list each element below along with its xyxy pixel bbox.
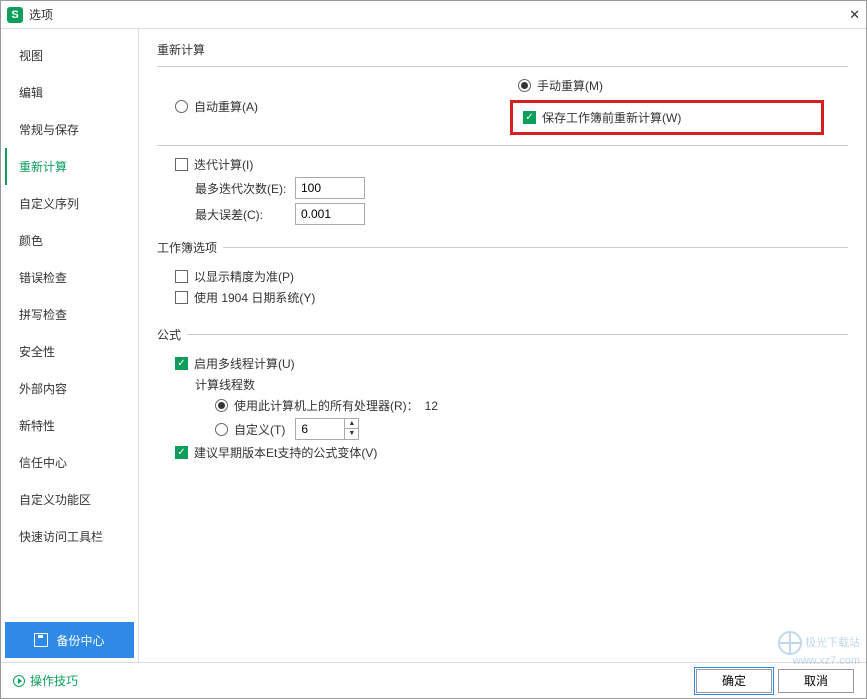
custom-threads-input[interactable] <box>295 418 345 440</box>
radio-icon <box>175 100 188 113</box>
sidebar-item-error-checking[interactable]: 错误检查 <box>5 259 138 296</box>
max-iter-label: 最多迭代次数(E): <box>195 180 295 197</box>
sidebar-item-external-content[interactable]: 外部内容 <box>5 370 138 407</box>
workbook-options-group: 工作簿选项 以显示精度为准(P) 使用 1904 日期系统(Y) <box>157 239 848 312</box>
section-title-recalc: 重新计算 <box>157 41 848 58</box>
max-diff-label: 最大误差(C): <box>195 206 295 223</box>
max-diff-input[interactable] <box>295 203 365 225</box>
legacy-formula-checkbox[interactable]: 建议早期版本Et支持的公式变体(V) <box>175 444 377 461</box>
window-title: 选项 <box>29 6 832 23</box>
max-iter-input[interactable] <box>295 177 365 199</box>
sidebar-item-new-features[interactable]: 新特性 <box>5 407 138 444</box>
sidebar-item-recalculate[interactable]: 重新计算 <box>5 148 138 185</box>
sidebar-item-trust-center[interactable]: 信任中心 <box>5 444 138 481</box>
manual-recalc-radio[interactable]: 手动重算(M) <box>518 77 824 94</box>
checkbox-icon <box>175 446 188 459</box>
main-panel: 重新计算 自动重算(A) 手动重算(M) 保存工作簿前重新计算(W) <box>139 29 866 662</box>
processor-count-value: 12 <box>425 399 438 413</box>
backup-center-button[interactable]: 备份中心 <box>5 622 134 658</box>
custom-threads-radio[interactable]: 自定义(T) <box>215 421 285 438</box>
multithread-checkbox[interactable]: 启用多线程计算(U) <box>175 355 295 372</box>
sidebar-item-color[interactable]: 颜色 <box>5 222 138 259</box>
checkbox-icon <box>523 111 536 124</box>
sidebar-item-quick-access[interactable]: 快速访问工具栏 <box>5 518 138 555</box>
formula-title: 公式 <box>157 326 187 343</box>
tips-link[interactable]: 操作技巧 <box>13 672 78 689</box>
chevron-down-icon: ▼ <box>345 429 358 438</box>
app-icon: S <box>7 7 23 23</box>
title-bar: S 选项 ✕ <box>1 1 866 29</box>
checkbox-icon <box>175 270 188 283</box>
footer: 操作技巧 确定 取消 <box>1 662 866 698</box>
iterative-calc-checkbox[interactable]: 迭代计算(I) <box>175 156 253 173</box>
sidebar-item-customize-ribbon[interactable]: 自定义功能区 <box>5 481 138 518</box>
sidebar-item-security[interactable]: 安全性 <box>5 333 138 370</box>
radio-icon <box>518 79 531 92</box>
sidebar-item-spell-check[interactable]: 拼写检查 <box>5 296 138 333</box>
chevron-up-icon: ▲ <box>345 419 358 429</box>
sidebar-item-custom-lists[interactable]: 自定义序列 <box>5 185 138 222</box>
auto-recalc-radio[interactable]: 自动重算(A) <box>175 77 258 135</box>
checkbox-icon <box>175 291 188 304</box>
close-icon[interactable]: ✕ <box>832 7 860 23</box>
play-icon <box>13 675 25 687</box>
formula-group: 公式 启用多线程计算(U) 计算线程数 使用此计算机上的所有处理器(R)： 12 <box>157 326 848 467</box>
ok-button[interactable]: 确定 <box>696 669 772 693</box>
recalc-before-save-checkbox[interactable]: 保存工作簿前重新计算(W) <box>523 109 681 126</box>
workbook-options-title: 工作簿选项 <box>157 239 223 256</box>
precision-as-displayed-checkbox[interactable]: 以显示精度为准(P) <box>175 268 294 285</box>
sidebar: 视图 编辑 常规与保存 重新计算 自定义序列 颜色 错误检查 拼写检查 安全性 … <box>1 29 139 662</box>
thread-count-label: 计算线程数 <box>195 376 255 393</box>
radio-icon <box>215 423 228 436</box>
checkbox-icon <box>175 357 188 370</box>
sidebar-item-edit[interactable]: 编辑 <box>5 74 138 111</box>
highlight-box: 保存工作簿前重新计算(W) <box>510 100 824 135</box>
cancel-button[interactable]: 取消 <box>778 669 854 693</box>
checkbox-icon <box>175 158 188 171</box>
backup-icon <box>34 633 48 647</box>
sidebar-item-view[interactable]: 视图 <box>5 37 138 74</box>
sidebar-item-general-save[interactable]: 常规与保存 <box>5 111 138 148</box>
use-all-processors-radio[interactable]: 使用此计算机上的所有处理器(R)： <box>215 397 419 414</box>
radio-icon <box>215 399 228 412</box>
spinner-buttons[interactable]: ▲▼ <box>345 418 359 440</box>
date-1904-checkbox[interactable]: 使用 1904 日期系统(Y) <box>175 289 315 306</box>
